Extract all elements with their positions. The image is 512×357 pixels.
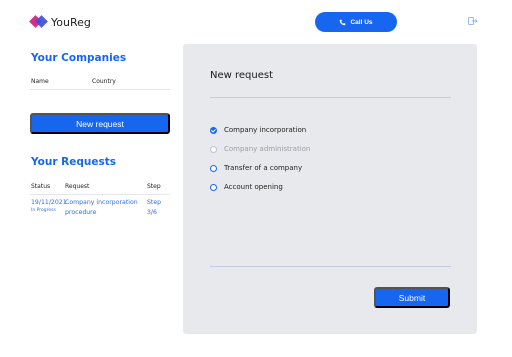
requests-col-status: Status bbox=[31, 183, 51, 190]
radio-icon bbox=[210, 145, 217, 153]
option-transfer-company[interactable]: Transfer of a company bbox=[210, 164, 302, 172]
app-logo[interactable]: YouReg bbox=[29, 15, 91, 29]
radio-icon[interactable] bbox=[210, 183, 217, 191]
call-us-label: Call Us bbox=[350, 18, 373, 26]
radio-checked-icon[interactable] bbox=[210, 126, 217, 134]
companies-title: Your Companies bbox=[31, 52, 127, 64]
request-name-line1: Company incorporation bbox=[65, 199, 138, 206]
phone-icon bbox=[340, 19, 346, 25]
companies-col-name: Name bbox=[31, 78, 49, 85]
call-us-button[interactable]: Call Us bbox=[315, 12, 397, 32]
option-label: Company incorporation bbox=[224, 126, 307, 134]
requests-col-step: Step bbox=[147, 183, 161, 190]
option-label: Account opening bbox=[224, 183, 283, 191]
requests-col-request: Request bbox=[65, 183, 90, 190]
radio-icon[interactable] bbox=[210, 164, 217, 172]
requests-title: Your Requests bbox=[31, 156, 116, 168]
option-label: Company administration bbox=[224, 145, 311, 153]
panel-top-divider bbox=[210, 97, 451, 98]
request-status: In Progress bbox=[31, 208, 56, 213]
panel-title: New request bbox=[210, 70, 274, 81]
submit-button[interactable]: Submit bbox=[374, 287, 450, 308]
companies-col-country: Country bbox=[92, 78, 116, 85]
logout-icon[interactable] bbox=[468, 17, 478, 25]
new-request-panel: New request Company incorporation Compan… bbox=[183, 44, 477, 334]
request-name-line2: procedure bbox=[65, 209, 97, 216]
request-step-line1: Step bbox=[147, 199, 162, 206]
requests-divider bbox=[30, 194, 170, 195]
option-company-incorporation[interactable]: Company incorporation bbox=[210, 126, 306, 134]
new-request-button[interactable]: New request bbox=[30, 113, 170, 134]
companies-divider bbox=[30, 89, 170, 90]
request-step-line2: 3/6 bbox=[147, 209, 157, 216]
panel-bottom-divider bbox=[210, 266, 451, 267]
request-date: 19/11/2021 bbox=[31, 199, 67, 206]
option-company-administration: Company administration bbox=[210, 145, 310, 153]
option-account-opening[interactable]: Account opening bbox=[210, 183, 283, 191]
app-name: YouReg bbox=[51, 15, 91, 29]
option-label: Transfer of a company bbox=[224, 164, 303, 172]
logo-mark-icon bbox=[29, 15, 48, 29]
